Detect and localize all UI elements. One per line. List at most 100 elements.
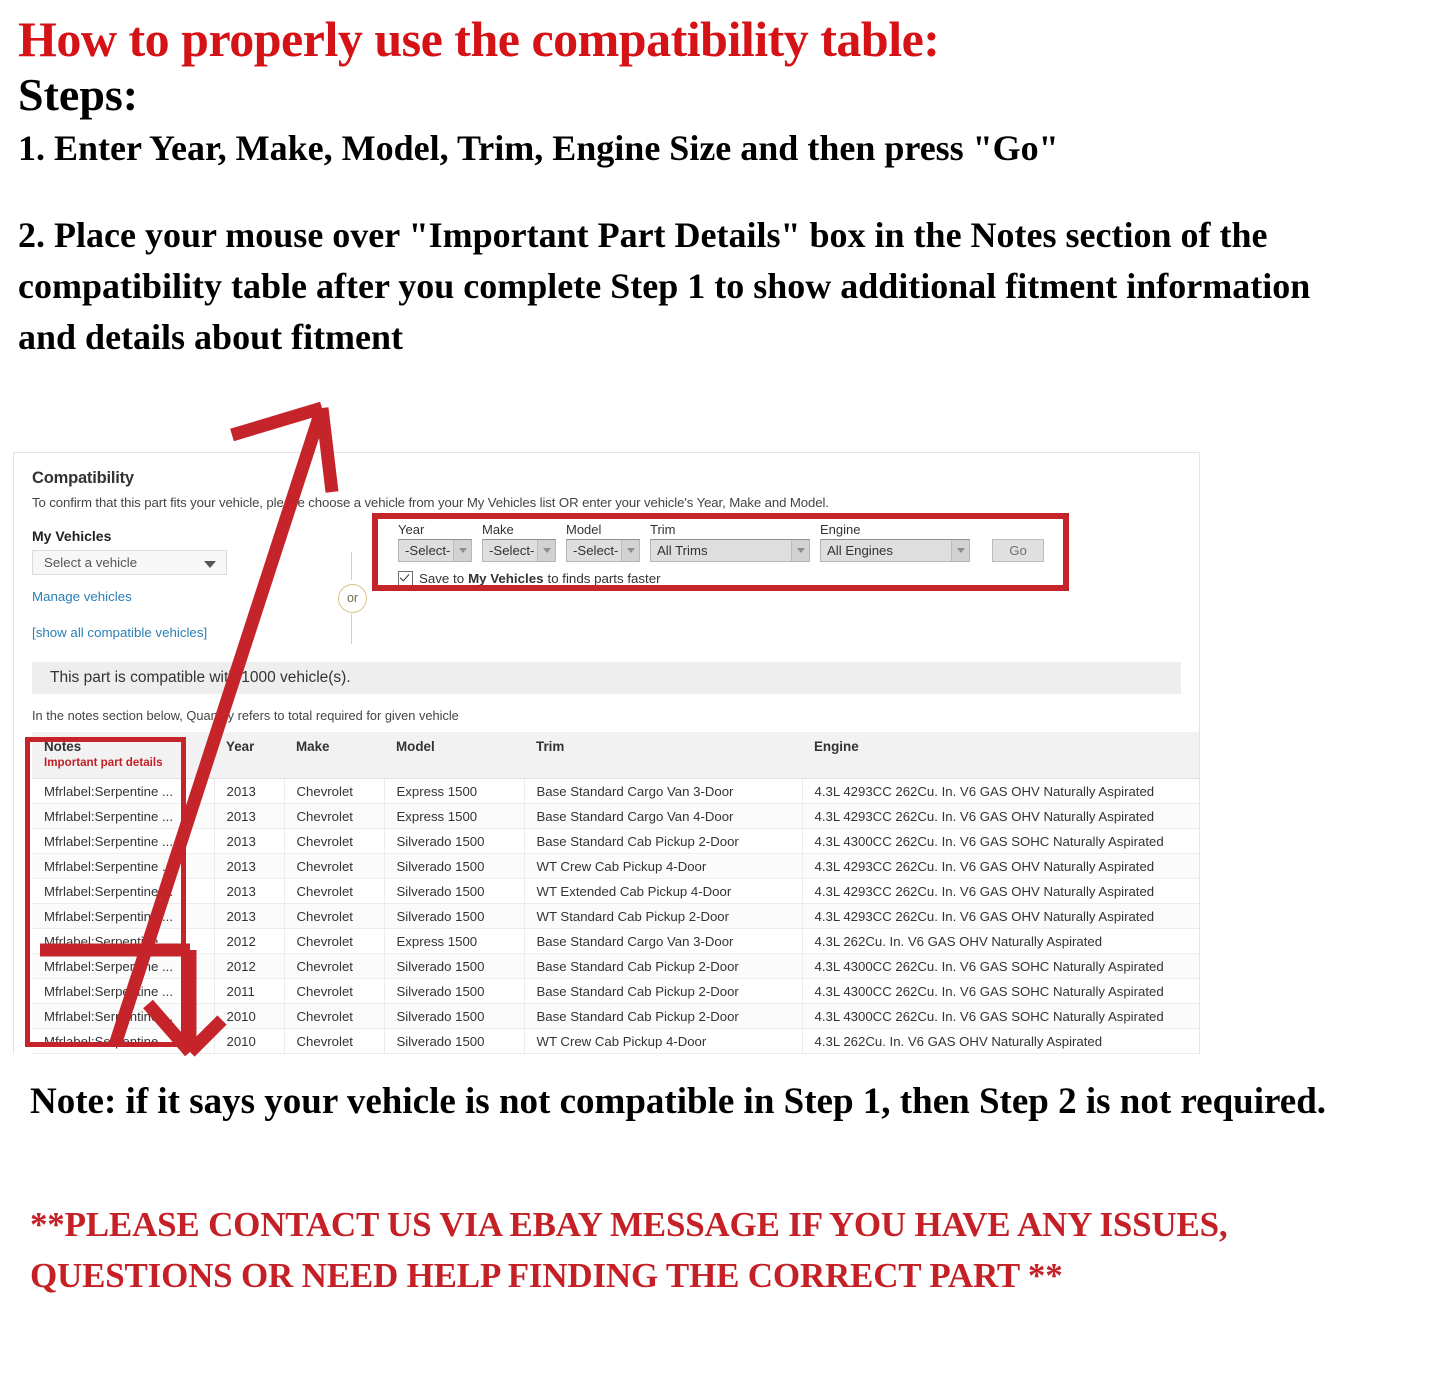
important-part-details-label: Important part details	[44, 756, 163, 769]
cell-year: 2013	[214, 778, 285, 804]
cell-year: 2012	[214, 953, 285, 979]
cell-engine: 4.3L 262Cu. In. V6 GAS OHV Naturally Asp…	[802, 928, 1199, 954]
cell-year: 2013	[214, 853, 285, 879]
cell-notes[interactable]: Mfrlabel:Serpentine ...	[32, 853, 215, 879]
cell-engine: 4.3L 4293CC 262Cu. In. V6 GAS OHV Natura…	[802, 778, 1199, 804]
cell-notes[interactable]: Mfrlabel:Serpentine ...	[32, 953, 215, 979]
model-select[interactable]: -Select-	[566, 539, 640, 562]
column-header-trim: Trim	[524, 732, 802, 779]
save-to-my-vehicles-row[interactable]: Save to My Vehicles to finds parts faste…	[398, 571, 1044, 586]
cell-engine: 4.3L 262Cu. In. V6 GAS OHV Naturally Asp…	[802, 1053, 1199, 1054]
step-2-text: 2. Place your mouse over "Important Part…	[18, 214, 1311, 357]
fitment-table: Notes Important part details Year Make M…	[32, 732, 1199, 1054]
save-prefix-label: Save to	[419, 571, 465, 586]
step-1-text: 1. Enter Year, Make, Model, Trim, Engine…	[18, 128, 1059, 169]
or-badge-label: or	[338, 584, 367, 613]
show-all-compatible-vehicles-link[interactable]: [show all compatible vehicles]	[32, 625, 1181, 640]
make-field: Make -Select-	[482, 522, 556, 562]
chevron-down-icon	[951, 540, 969, 561]
compatibility-count-banner: This part is compatible with 1000 vehicl…	[32, 662, 1181, 694]
cell-notes[interactable]: Mfrlabel:Serpentine ...	[32, 1003, 215, 1029]
instructions-block: How to properly use the compatibility ta…	[18, 14, 1418, 363]
manage-vehicles-link[interactable]: Manage vehicles	[32, 589, 1181, 604]
engine-label: Engine	[820, 522, 861, 537]
cell-make: Chevrolet	[284, 803, 385, 829]
cell-model: Express 1500	[384, 778, 525, 804]
make-select-value: -Select-	[489, 543, 535, 558]
cell-notes[interactable]: Mfrlabel:Serpentine ...	[32, 1028, 215, 1054]
cell-year: 2013	[214, 803, 285, 829]
cell-notes[interactable]: Mfrlabel:Serpentine ...	[32, 1053, 215, 1054]
compatibility-heading: Compatibility	[32, 469, 134, 487]
cell-notes[interactable]: Mfrlabel:Serpentine ...	[32, 778, 215, 804]
table-row[interactable]: Mfrlabel:Serpentine ... 2013 Chevrolet Silv…	[32, 828, 1199, 854]
go-button[interactable]: Go	[992, 539, 1044, 562]
trim-select[interactable]: All Trims	[650, 539, 810, 562]
compatibility-subtitle: To confirm that this part fits your vehi…	[32, 495, 829, 510]
column-header-engine: Engine	[802, 732, 1199, 779]
my-vehicles-select[interactable]: Select a vehicle	[32, 550, 227, 575]
cell-trim: Base Standard Cargo Van 3-Door	[524, 778, 803, 804]
year-select[interactable]: -Select-	[398, 539, 472, 562]
notes-quantity-hint: In the notes section below, Quantity ref…	[32, 708, 459, 723]
table-row[interactable]: Mfrlabel:Serpentine ... 2011 Chevrolet Silv…	[32, 978, 1199, 1004]
column-header-notes-label: Notes	[44, 739, 82, 754]
cell-notes[interactable]: Mfrlabel:Serpentine ...	[32, 928, 215, 954]
table-row[interactable]: Mfrlabel:Serpentine ... 2012 Chevrolet Silv…	[32, 953, 1199, 979]
table-row[interactable]: Mfrlabel:Serpentine ...2010ChevroletSilv…	[32, 1003, 1199, 1029]
cell-model: Express 1500	[384, 803, 525, 829]
cell-model: Silverado 1500	[384, 903, 525, 929]
year-label: Year	[398, 522, 425, 537]
cell-make: Chevrolet	[284, 853, 385, 879]
cell-trim: WT Extended Cab Pickup 4-Door	[524, 878, 803, 904]
cell-model: Silverado 1500	[384, 1003, 525, 1029]
cell-trim: Base Standard Cab Pickup 2-Door	[524, 978, 803, 1004]
save-to-my-vehicles-checkbox[interactable]	[398, 571, 413, 586]
cell-year: 2010	[214, 1003, 285, 1029]
table-row[interactable]: Mfrlabel:Serpentine ... 2013 Chevrolet Expr…	[32, 803, 1199, 829]
cell-engine: 4.3L 4300CC 262Cu. In. V6 GAS SOHC Natur…	[802, 953, 1199, 979]
trim-label: Trim	[650, 522, 676, 537]
or-line-bottom	[351, 614, 352, 644]
model-label: Model	[566, 522, 602, 537]
column-header-make: Make	[284, 732, 384, 779]
chevron-down-icon	[537, 540, 555, 561]
engine-select-value: All Engines	[827, 543, 893, 558]
cell-notes[interactable]: Mfrlabel:Serpentine ...	[32, 903, 215, 929]
table-row[interactable]: Mfrlabel:Serpentine ... 2013 Chevrolet Expr…	[32, 778, 1199, 804]
chevron-down-icon	[204, 561, 216, 568]
make-select[interactable]: -Select-	[482, 539, 556, 562]
cell-engine: 4.3L 4300CC 262Cu. In. V6 GAS SOHC Natur…	[802, 1003, 1199, 1029]
cell-model: Express 1500	[384, 928, 525, 954]
cell-engine: 4.3L 4293CC 262Cu. In. V6 GAS OHV Natura…	[802, 803, 1199, 829]
cell-trim: WT Extended Cab Pickup 4-Door	[524, 1053, 803, 1054]
engine-select[interactable]: All Engines	[820, 539, 970, 562]
cell-model: Silverado 1500	[384, 878, 525, 904]
cell-trim: Base Standard Cargo Van 4-Door	[524, 803, 803, 829]
model-select-value: -Select-	[573, 543, 619, 558]
cell-notes[interactable]: Mfrlabel:Serpentine ...	[32, 978, 215, 1004]
table-row[interactable]: Mfrlabel:Serpentine ... 2013 Chevrolet Silv…	[32, 853, 1199, 879]
cell-make: Chevrolet	[284, 903, 385, 929]
cell-model: Silverado 1500	[384, 853, 525, 879]
column-header-year: Year	[214, 732, 284, 779]
table-header-row: Notes Important part details Year Make M…	[32, 732, 1199, 779]
save-suffix-label: to finds parts faster	[547, 571, 661, 586]
table-row[interactable]: Mfrlabel:Serpentine ... 2013 Chevrolet Silv…	[32, 903, 1199, 929]
table-row[interactable]: Mfrlabel:Serpentine ... 2012 Chevrolet Expr…	[32, 928, 1199, 954]
cell-year: 2013	[214, 878, 285, 904]
cell-trim: WT Crew Cab Pickup 4-Door	[524, 1028, 803, 1054]
cell-engine: 4.3L 262Cu. In. V6 GAS OHV Naturally Asp…	[802, 1028, 1199, 1054]
table-row[interactable]: Mfrlabel:Serpentine ... 2013 Chevrolet Silv…	[32, 878, 1199, 904]
cell-year: 2010	[214, 1028, 285, 1054]
my-vehicles-select-value: Select a vehicle	[44, 555, 138, 570]
table-row[interactable]: Mfrlabel:Serpentine ...2010ChevroletSilv…	[32, 1053, 1199, 1054]
table-row[interactable]: Mfrlabel:Serpentine ...2010ChevroletSilv…	[32, 1028, 1199, 1054]
cell-notes[interactable]: Mfrlabel:Serpentine ...	[32, 803, 215, 829]
cell-trim: Base Standard Cargo Van 3-Door	[524, 928, 803, 954]
trim-field: Trim All Trims	[650, 522, 810, 562]
cell-notes[interactable]: Mfrlabel:Serpentine ...	[32, 878, 215, 904]
engine-field: Engine All Engines	[820, 522, 970, 562]
cell-model: Silverado 1500	[384, 1053, 525, 1054]
cell-notes[interactable]: Mfrlabel:Serpentine ...	[32, 828, 215, 854]
